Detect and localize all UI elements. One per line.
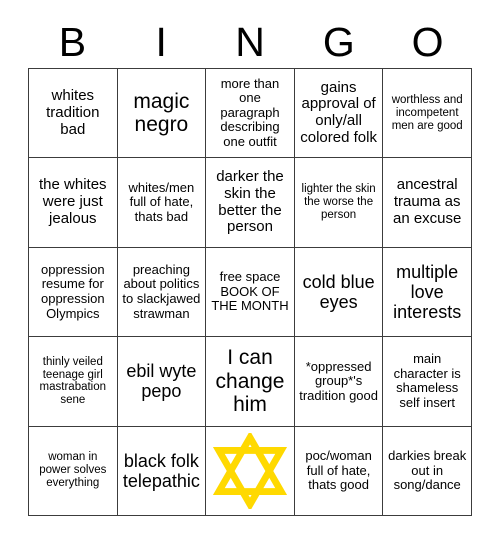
header-letter-n: N xyxy=(235,18,265,65)
bingo-cell-r4-c1[interactable]: thinly veiled teenage girl mastrabation … xyxy=(29,337,118,427)
bingo-cell-text: magic negro xyxy=(133,89,190,137)
bingo-cell-text: thinly veiled teenage girl mastrabation … xyxy=(39,355,107,407)
bingo-header: B I N G O xyxy=(28,16,472,68)
bingo-cell-r4-c4[interactable]: *oppressed group*'s tradition good xyxy=(294,337,384,427)
bingo-cell-text: poc/woman full of hate, thats good xyxy=(305,447,372,493)
bingo-cell-text: free space BOOK OF THE MONTH xyxy=(211,269,289,314)
bingo-cell-text: whites/men full of hate, thats bad xyxy=(128,179,195,224)
bingo-card: B I N G O whites tradition bad magic negr… xyxy=(0,0,500,544)
bingo-cell-text: whites tradition bad xyxy=(46,87,100,138)
bingo-cell-r1-c1[interactable]: whites tradition bad xyxy=(29,69,118,159)
bingo-cell-r1-c5[interactable]: worthless and incompetent men are good xyxy=(383,69,472,159)
bingo-cell-text: main character is shameless self insert xyxy=(393,351,461,410)
bingo-cell-text: more than one paragraph describing one o… xyxy=(220,75,280,150)
bingo-cell-text: woman in power solves everything xyxy=(39,451,107,490)
bingo-cell-text: oppression resume for oppression Olympic… xyxy=(40,261,105,321)
bingo-cell-r3-c5[interactable]: multiple love interests xyxy=(383,247,472,338)
bingo-cell-r1-c2[interactable]: magic negro xyxy=(117,69,207,159)
star-of-david-icon xyxy=(212,432,288,509)
bingo-cell-r4-c2[interactable]: ebil wyte pepo xyxy=(117,337,207,427)
bingo-cell-r3-c1[interactable]: oppression resume for oppression Olympic… xyxy=(29,247,118,338)
bingo-cell-text: ancestral trauma as an excuse xyxy=(392,176,462,227)
bingo-grid: whites tradition bad magic negro more than… xyxy=(28,68,472,516)
header-letter-o: O xyxy=(411,18,444,65)
bingo-cell-r4-c3[interactable]: I can change him xyxy=(206,337,295,427)
bingo-cell-text: I can change him xyxy=(215,346,285,417)
bingo-cell-text: preaching about politics to slackjawed s… xyxy=(122,261,201,321)
bingo-cell-r2-c5[interactable]: ancestral trauma as an excuse xyxy=(383,158,472,248)
bingo-cell-text: black folk telepathic xyxy=(122,450,200,491)
bingo-cell-r3-c3[interactable]: free space BOOK OF THE MONTH xyxy=(206,247,295,338)
bingo-cell-text: worthless and incompetent men are good xyxy=(391,93,463,132)
bingo-cell-text: darker the skin the better the person xyxy=(216,168,284,236)
bingo-cell-text: multiple love interests xyxy=(393,261,462,323)
bingo-cell-r4-c5[interactable]: main character is shameless self insert xyxy=(383,337,472,427)
bingo-cell-r3-c4[interactable]: cold blue eyes xyxy=(294,247,384,338)
bingo-cell-r5-c3[interactable] xyxy=(206,426,295,516)
bingo-cell-r5-c4[interactable]: poc/woman full of hate, thats good xyxy=(294,426,384,516)
bingo-cell-r2-c2[interactable]: whites/men full of hate, thats bad xyxy=(117,158,207,248)
bingo-cell-r1-c3[interactable]: more than one paragraph describing one o… xyxy=(206,69,295,159)
bingo-cell-text: *oppressed group*'s tradition good xyxy=(299,358,378,403)
bingo-cell-text: the whites were just jealous xyxy=(39,176,107,227)
bingo-cell-text: cold blue eyes xyxy=(302,271,375,312)
bingo-cell-text: ebil wyte pepo xyxy=(126,361,197,402)
bingo-cell-r5-c5[interactable]: darkies break out in song/dance xyxy=(383,426,472,516)
bingo-cell-r5-c1[interactable]: woman in power solves everything xyxy=(29,426,118,516)
bingo-cell-text: lighter the skin the worse the person xyxy=(301,183,376,222)
bingo-cell-r2-c3[interactable]: darker the skin the better the person xyxy=(206,158,295,248)
bingo-cell-r5-c2[interactable]: black folk telepathic xyxy=(117,426,207,516)
bingo-cell-text: gains approval of only/all colored folk xyxy=(300,78,377,146)
bingo-cell-text: darkies break out in song/dance xyxy=(388,447,467,493)
header-letter-i: I xyxy=(155,18,167,65)
header-letter-b: B xyxy=(58,18,87,65)
bingo-cell-r2-c1[interactable]: the whites were just jealous xyxy=(29,158,118,248)
bingo-cell-r1-c4[interactable]: gains approval of only/all colored folk xyxy=(294,69,384,159)
bingo-cell-r2-c4[interactable]: lighter the skin the worse the person xyxy=(294,158,384,248)
bingo-cell-r3-c2[interactable]: preaching about politics to slackjawed s… xyxy=(117,247,207,338)
header-letter-g: G xyxy=(322,18,355,65)
